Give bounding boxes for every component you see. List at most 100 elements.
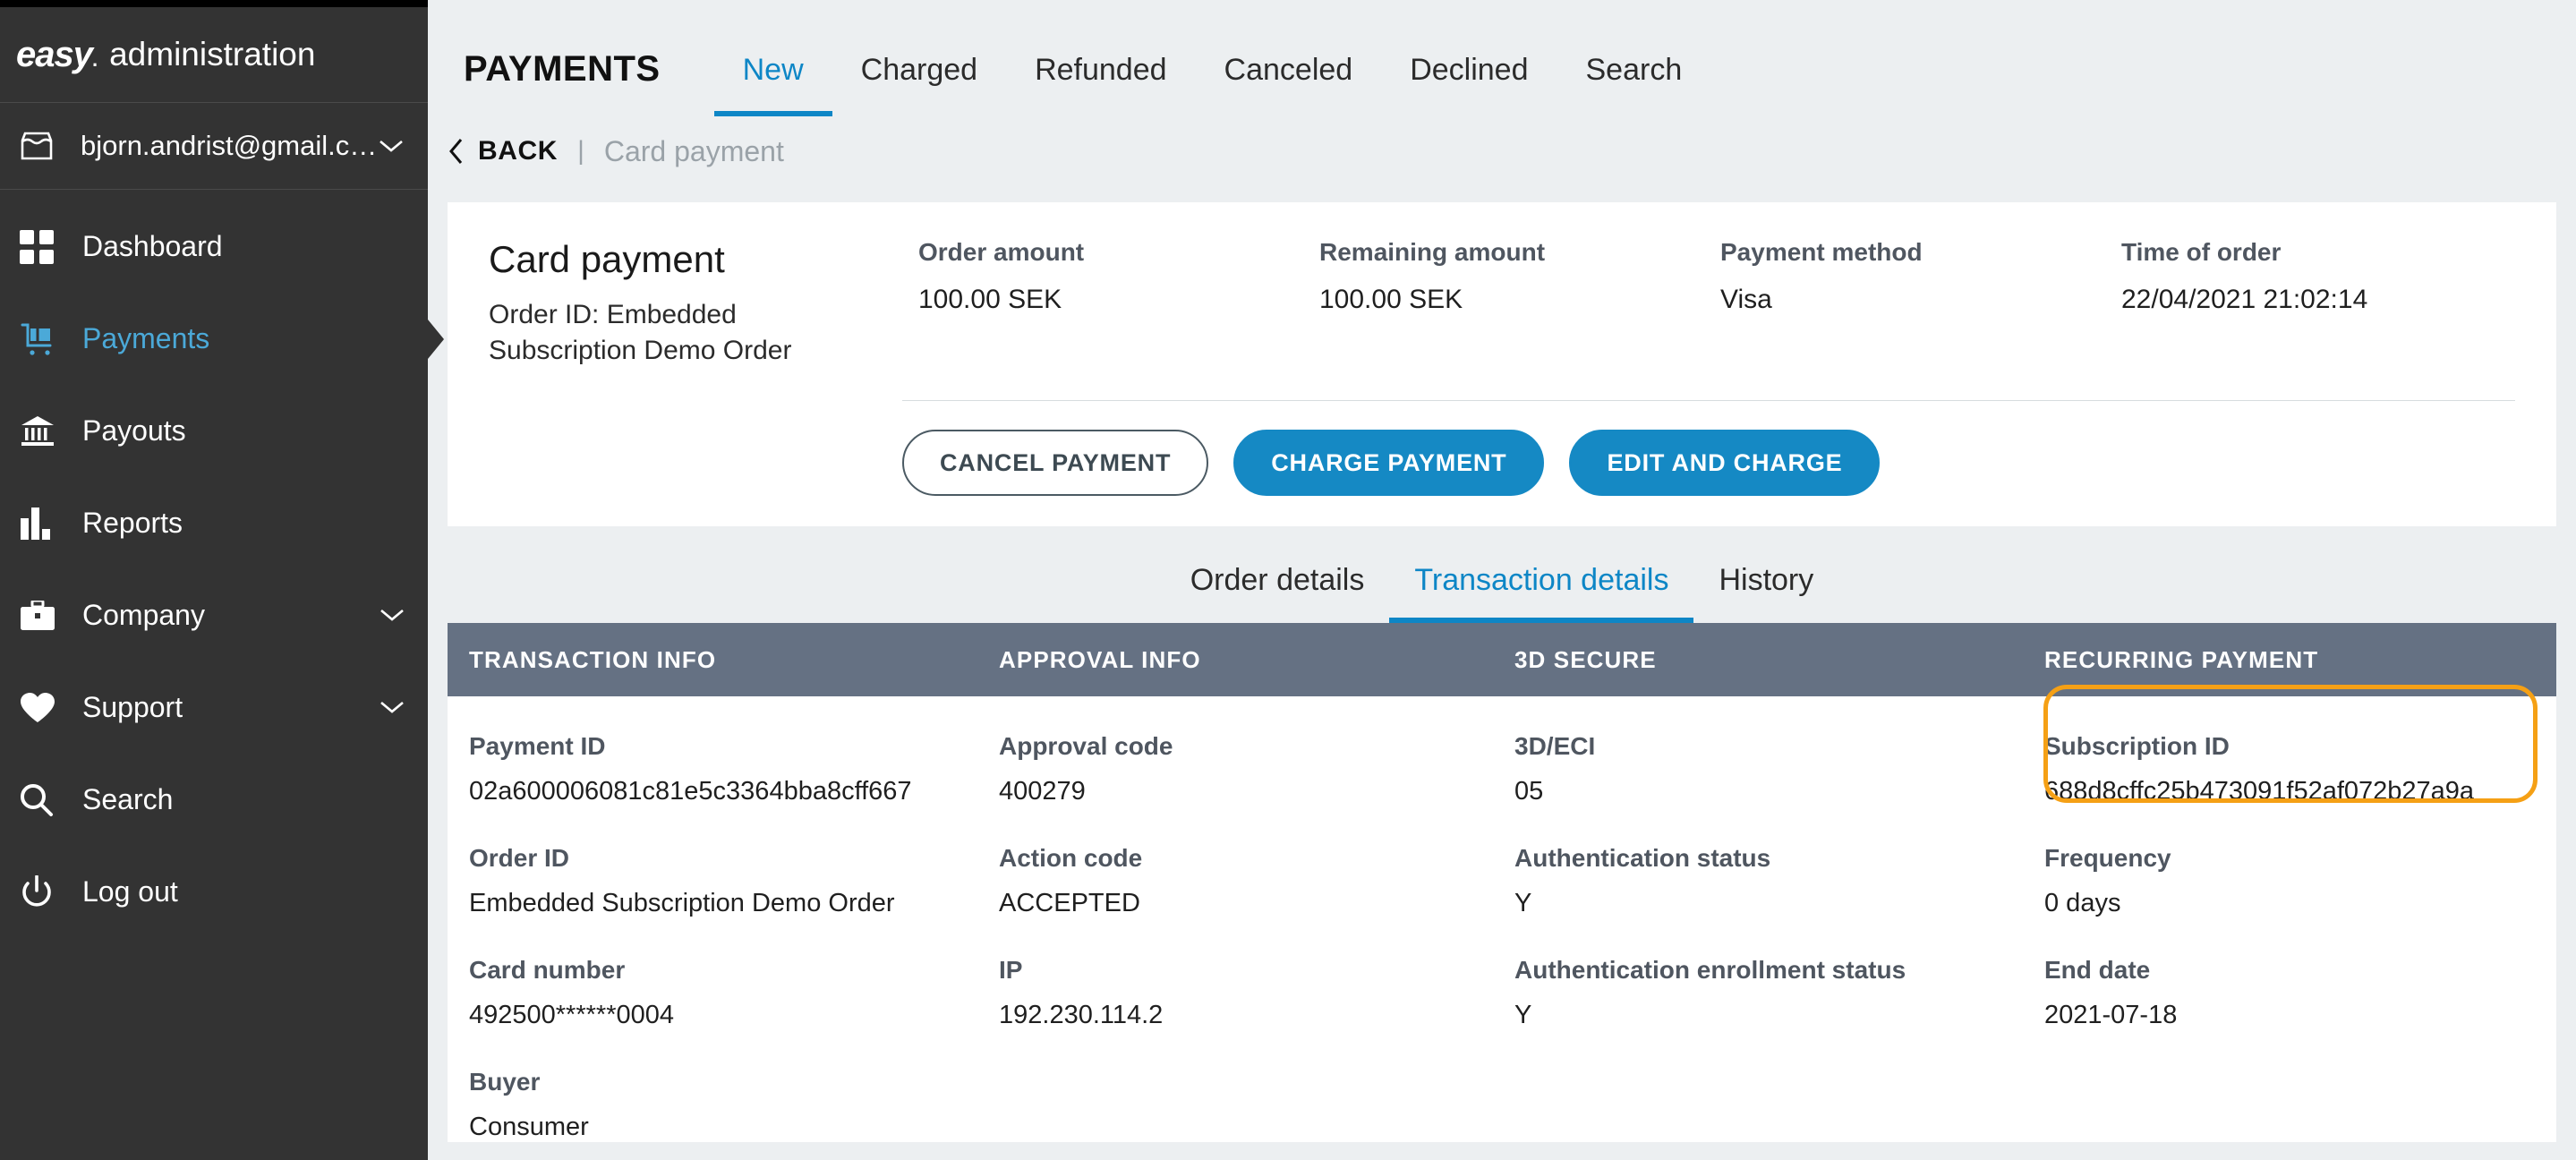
field-label: Authentication enrollment status [1514,956,2023,985]
field-value: Y [1514,1001,2023,1030]
table-column-approval-info: Approval code 400279 Action code ACCEPTE… [977,732,1493,1142]
field-value: ACCEPTED [999,889,1493,918]
field-value: 100.00 SEK [1319,285,1720,315]
chevron-down-icon[interactable] [378,608,405,623]
breadcrumb: BACK | Card payment [428,116,2576,186]
field-label: Order ID [469,844,977,873]
field-value: 05 [1514,777,2023,806]
sidebar-item-support[interactable]: Support [0,661,428,754]
field-value: 22/04/2021 21:02:14 [2121,285,2522,315]
field-value: Consumer [469,1113,977,1142]
subtab-history[interactable]: History [1693,563,1838,623]
field-label: IP [999,956,1493,985]
column-header-3d-secure: 3D SECURE [1493,646,2023,674]
tab-refunded[interactable]: Refunded [1006,53,1195,116]
sidebar-top-strip [0,0,428,7]
breadcrumb-current: Card payment [604,135,784,168]
cancel-payment-button[interactable]: CANCEL PAYMENT [902,430,1208,496]
sidebar-item-label: Payments [82,322,405,355]
sidebar-item-dashboard[interactable]: Dashboard [0,200,428,293]
back-label: BACK [478,136,558,166]
tab-new[interactable]: New [714,53,832,116]
field-3d-eci: 3D/ECI 05 [1514,732,2023,806]
breadcrumb-divider: | [577,136,584,166]
table-body: Payment ID 02a600006081c81e5c3364bba8cff… [448,696,2556,1142]
app-root: easy. administration bjorn.andrist@gmail… [0,0,2576,1160]
field-label: Time of order [2121,238,2522,267]
chevron-down-icon[interactable] [378,700,405,715]
main-content: PAYMENTS New Charged Refunded Canceled D… [428,0,2576,1160]
brand-header: easy. administration [0,7,428,103]
sidebar-item-label: Search [82,783,405,816]
field-value: 492500******0004 [469,1001,977,1030]
field-action-code: Action code ACCEPTED [999,844,1493,918]
subscription-id-value[interactable]: 688d8cffc25b473091f52af072b27a9a [2044,777,2560,806]
detail-subtabs: Order details Transaction details Histor… [428,526,2576,623]
subtab-order-details[interactable]: Order details [1165,563,1390,623]
charge-payment-button[interactable]: CHARGE PAYMENT [1233,430,1544,496]
summary-field-payment-method: Payment method Visa [1720,238,2121,315]
easy-logo: easy. [16,35,97,75]
summary-field-remaining-amount: Remaining amount 100.00 SEK [1319,238,1720,315]
field-value: Visa [1720,285,2121,315]
store-icon [20,131,61,161]
field-authentication-enrollment-status: Authentication enrollment status Y [1514,956,2023,1030]
column-header-approval-info: APPROVAL INFO [977,646,1493,674]
sidebar-item-label: Payouts [82,414,405,448]
search-icon [20,783,63,817]
tab-declined[interactable]: Declined [1381,53,1557,116]
field-label: Remaining amount [1319,238,1720,267]
field-label: Buyer [469,1068,977,1096]
payment-summary-card: Card payment Order ID: Embedded Subscrip… [448,202,2556,526]
field-subscription-id: Subscription ID 688d8cffc25b473091f52af0… [2044,732,2560,806]
sidebar-item-payouts[interactable]: Payouts [0,385,428,477]
brand-title: administration [109,36,315,73]
sidebar-item-payments[interactable]: Payments [0,293,428,385]
field-value: 02a600006081c81e5c3364bba8cff667 [469,777,977,806]
summary-field-time-of-order: Time of order 22/04/2021 21:02:14 [2121,238,2522,315]
sidebar: easy. administration bjorn.andrist@gmail… [0,0,428,1160]
account-selector[interactable]: bjorn.andrist@gmail.c… [0,103,428,190]
field-value: 400279 [999,777,1493,806]
briefcase-icon [20,601,63,631]
summary-order-id: Order ID: Embedded Subscription Demo Ord… [489,297,811,368]
table-column-3d-secure: 3D/ECI 05 Authentication status Y Authen… [1493,732,2023,1142]
sidebar-item-label: Company [82,599,378,632]
summary-field-order-amount: Order amount 100.00 SEK [918,238,1319,315]
sidebar-item-logout[interactable]: Log out [0,846,428,938]
tab-canceled[interactable]: Canceled [1196,53,1382,116]
field-approval-code: Approval code 400279 [999,732,1493,806]
field-value: 100.00 SEK [918,285,1319,315]
field-value: Embedded Subscription Demo Order [469,889,977,918]
page-title: PAYMENTS [464,49,661,116]
power-icon [20,875,63,909]
shopping-cart-icon [20,321,63,357]
transaction-details-table: TRANSACTION INFO APPROVAL INFO 3D SECURE… [448,623,2556,1142]
tab-search[interactable]: Search [1557,53,1711,116]
summary-fields: Order amount 100.00 SEK Remaining amount… [918,235,2522,315]
bank-icon [20,415,63,448]
field-label: Frequency [2044,844,2560,873]
table-header-row: TRANSACTION INFO APPROVAL INFO 3D SECURE… [448,623,2556,696]
chevron-left-icon [448,137,465,166]
subtab-transaction-details[interactable]: Transaction details [1389,563,1693,623]
field-label: Payment method [1720,238,2121,267]
sidebar-item-reports[interactable]: Reports [0,477,428,569]
tab-charged[interactable]: Charged [832,53,1006,116]
table-column-recurring-payment: Subscription ID 688d8cffc25b473091f52af0… [2023,732,2560,1142]
chevron-down-icon [376,138,405,154]
field-label: Order amount [918,238,1319,267]
field-label: Subscription ID [2044,732,2560,761]
account-email: bjorn.andrist@gmail.c… [81,130,376,162]
field-label: 3D/ECI [1514,732,2023,761]
back-button[interactable]: BACK [448,136,558,166]
field-label: Card number [469,956,977,985]
payment-status-tabs: New Charged Refunded Canceled Declined S… [714,53,1711,116]
field-value: 192.230.114.2 [999,1001,1493,1030]
bar-chart-icon [20,508,63,540]
edit-and-charge-button[interactable]: EDIT AND CHARGE [1569,430,1880,496]
sidebar-item-company[interactable]: Company [0,569,428,661]
summary-heading: Card payment [489,238,918,281]
sidebar-item-search[interactable]: Search [0,754,428,846]
topbar: PAYMENTS New Charged Refunded Canceled D… [428,0,2576,116]
